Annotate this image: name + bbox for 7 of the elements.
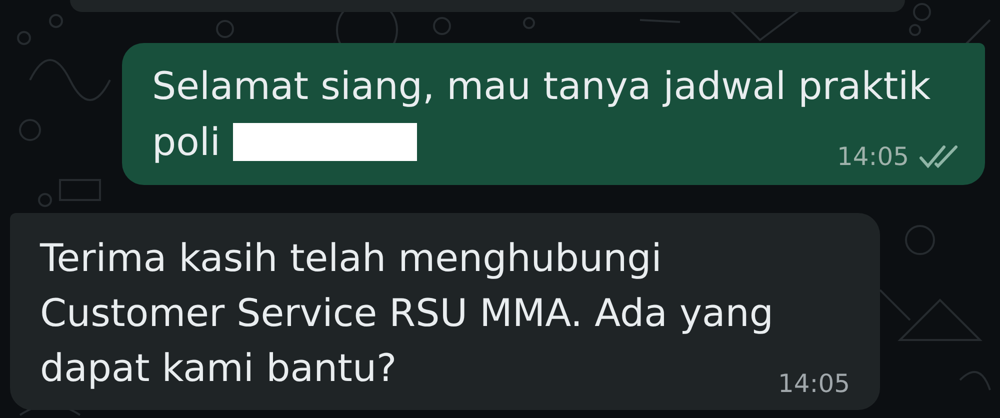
message-line: dapat kami bantu? [40, 345, 397, 392]
message-time: 14:05 [778, 369, 850, 398]
message-line: Customer Service RSU MMA. Ada yang [40, 290, 774, 337]
message-line: Terima kasih telah menghubungi [40, 235, 662, 282]
message-time: 14:05 [836, 142, 909, 171]
message-line: poli [152, 119, 220, 166]
message-line: Selamat siang, mau tanya jadwal praktik [152, 63, 931, 110]
